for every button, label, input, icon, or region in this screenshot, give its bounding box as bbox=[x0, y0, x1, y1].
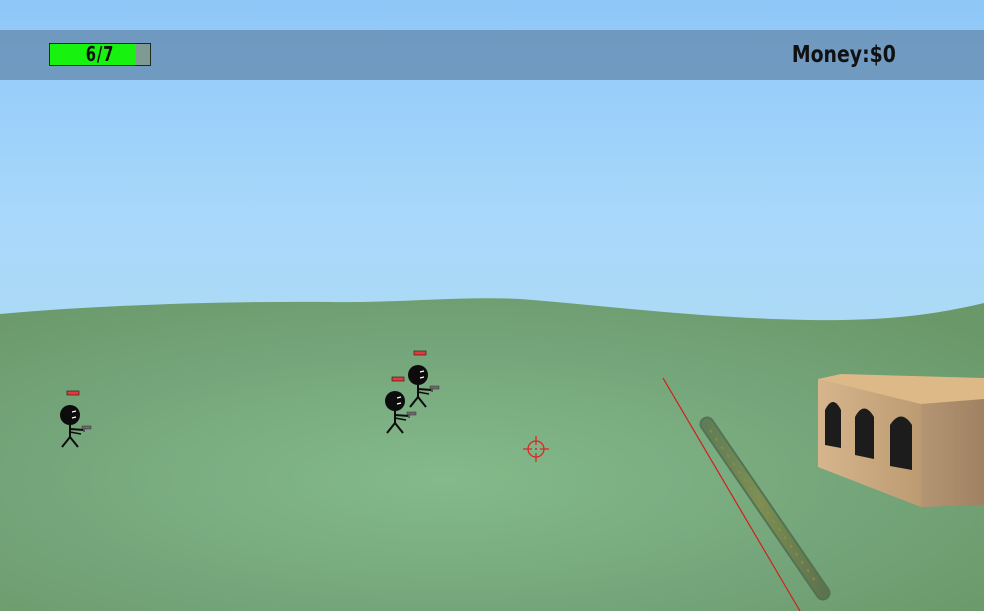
enemy-health-bar bbox=[391, 376, 405, 382]
enemy-health-bar bbox=[413, 350, 427, 356]
money-display: Money:$0 bbox=[791, 42, 896, 68]
enemy-health-bar bbox=[66, 390, 80, 396]
building-arch bbox=[825, 402, 841, 448]
hud-bar: 6/7 Money:$0 bbox=[0, 30, 984, 80]
building-arch bbox=[890, 416, 912, 470]
health-text: 6/7 bbox=[85, 42, 115, 66]
building-arch bbox=[855, 408, 874, 459]
health-bar: 6/7 bbox=[49, 43, 151, 66]
game-stage[interactable]: 6/7 Money:$0 bbox=[0, 0, 984, 611]
game-scene[interactable] bbox=[0, 0, 984, 611]
